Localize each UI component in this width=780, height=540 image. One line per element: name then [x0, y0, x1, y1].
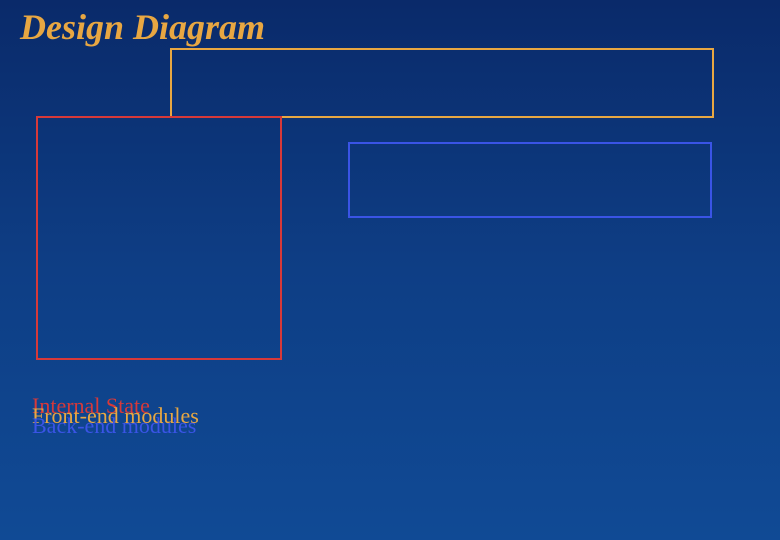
slide: Design Diagram Internal State Front-end …: [0, 0, 780, 540]
frontend-modules-box: [170, 48, 714, 118]
legend-back-end: Back-end modules: [32, 418, 199, 434]
backend-modules-box: [348, 142, 712, 218]
page-title: Design Diagram: [20, 6, 265, 48]
legend: Internal State Front-end modules Back-en…: [32, 398, 199, 446]
internal-state-box: [36, 116, 282, 360]
